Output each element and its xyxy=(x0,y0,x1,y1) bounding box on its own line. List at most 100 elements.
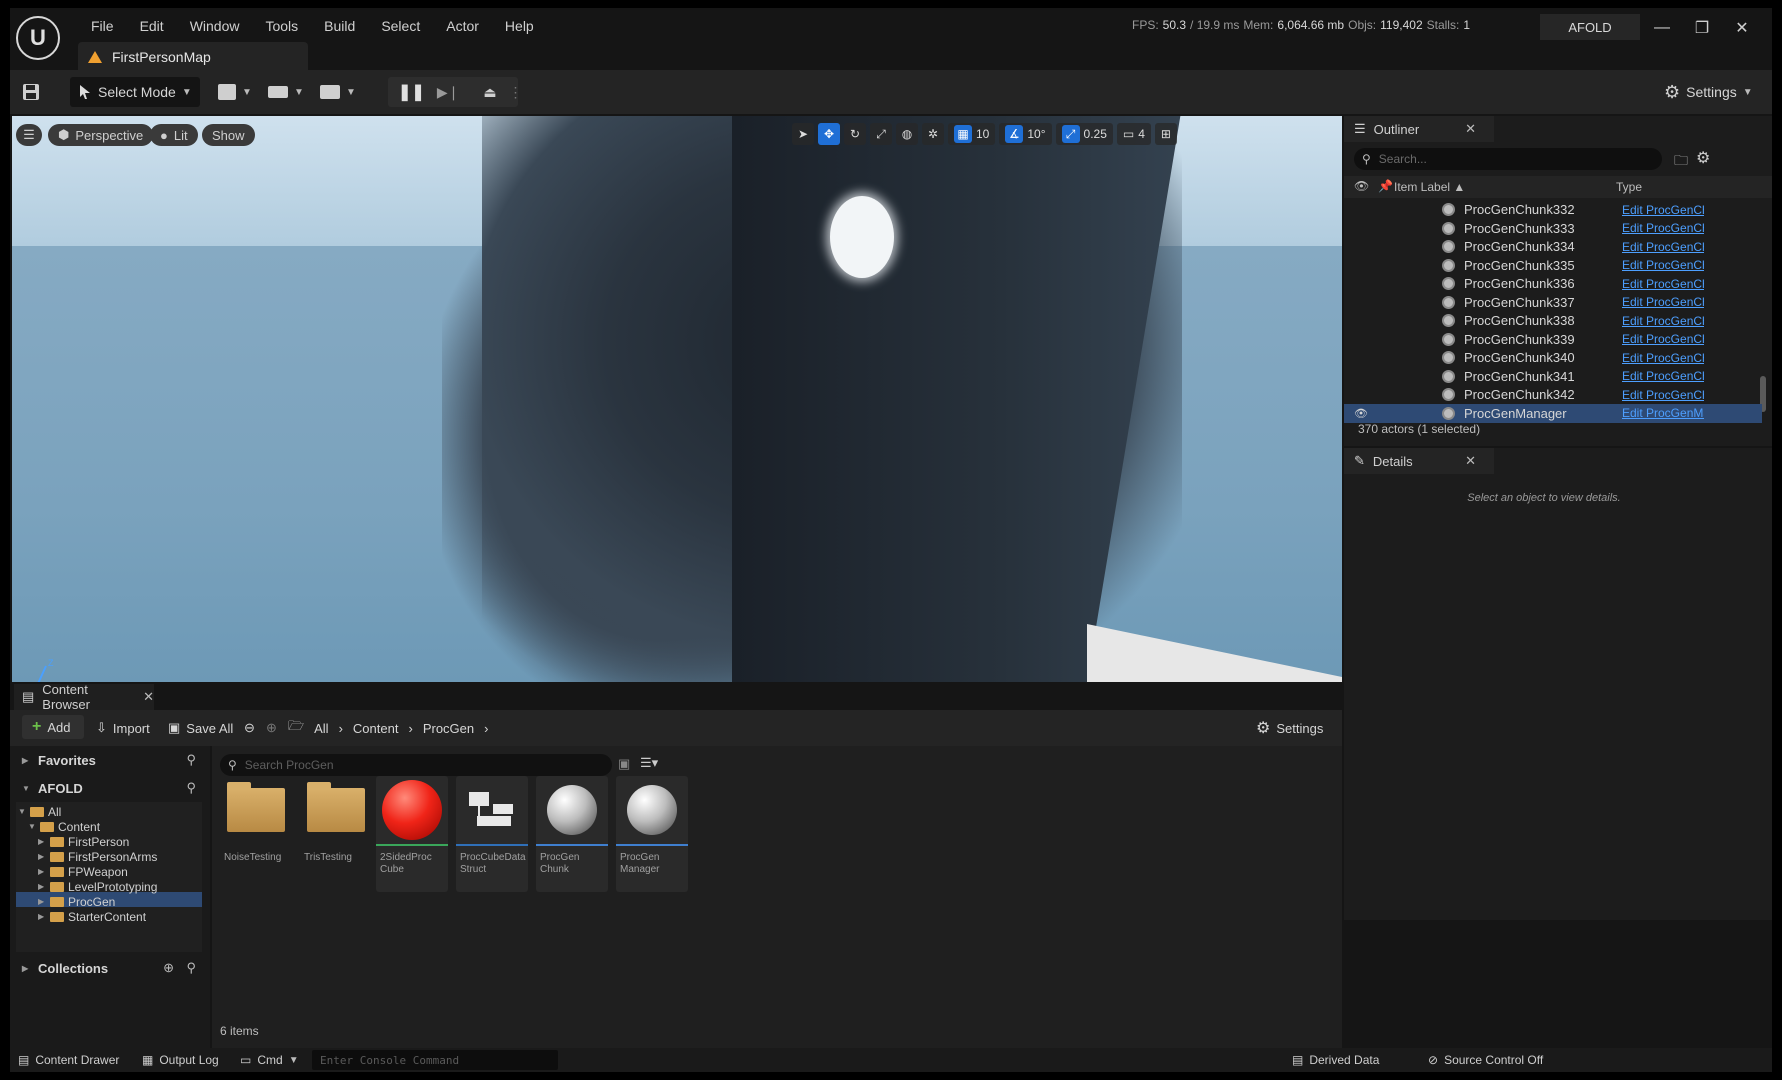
pin-icon[interactable]: 📌 xyxy=(1378,179,1393,193)
outliner-row[interactable]: ProcGenChunk336 Edit ProcGenCh xyxy=(1344,274,1762,293)
pause-icon[interactable]: ❚❚ xyxy=(398,82,425,102)
asset-tile[interactable]: 2SidedProc Cube xyxy=(376,776,448,892)
search-icon[interactable]: ⚲ xyxy=(186,752,196,768)
outliner-row-type-link[interactable]: Edit ProcGenMa xyxy=(1622,406,1704,420)
tree-item-startercontent[interactable]: ▶ StarterContent xyxy=(38,909,146,924)
asset-tile[interactable]: ProcGen Chunk xyxy=(536,776,608,892)
source-control-button[interactable]: ⊘ Source Control Off xyxy=(1428,1049,1543,1071)
grid-snap-toggle[interactable]: ▦ 10 xyxy=(948,123,996,145)
content-browser-tab[interactable]: ▤ Content Browser ✕ xyxy=(14,682,154,712)
scale-tool-icon[interactable]: ⤢ xyxy=(870,123,892,145)
blueprints-button[interactable]: ▼ xyxy=(268,77,304,107)
outliner-row-type-link[interactable]: Edit ProcGenCh xyxy=(1622,277,1704,291)
save-search-icon[interactable]: ▣ xyxy=(618,756,630,772)
outliner-row-type-link[interactable]: Edit ProcGenCh xyxy=(1622,314,1704,328)
add-folder-icon[interactable]: 🗀 xyxy=(1674,150,1688,174)
output-log-button[interactable]: ▦ Output Log xyxy=(142,1049,219,1071)
project-header[interactable]: ▼ AFOLD ⚲ xyxy=(10,776,210,800)
history-back-button[interactable]: ⊖ xyxy=(244,715,255,741)
tree-item-firstpersonarms[interactable]: ▶ FirstPersonArms xyxy=(38,849,157,864)
outliner-row-type-link[interactable]: Edit ProcGenCh xyxy=(1622,332,1704,346)
asset-tile[interactable]: ProcGen Manager xyxy=(616,776,688,892)
outliner-row[interactable]: 👁 ProcGenManager Edit ProcGenMa xyxy=(1344,403,1762,423)
add-actor-button[interactable]: ▼ xyxy=(218,77,252,107)
outliner-row[interactable]: ProcGenChunk337 Edit ProcGenCh xyxy=(1344,293,1762,312)
close-icon[interactable]: ✕ xyxy=(1465,453,1476,469)
lit-button[interactable]: ● Lit xyxy=(150,124,198,146)
perspective-button[interactable]: ⬢ Perspective xyxy=(48,124,154,146)
visibility-icon[interactable]: 👁 xyxy=(1354,179,1369,193)
add-collection-icon[interactable]: ⊕ xyxy=(163,960,174,976)
surface-snap-icon[interactable]: ✲ xyxy=(922,123,944,145)
tree-item-content[interactable]: ▼ Content xyxy=(28,819,100,834)
outliner-row[interactable]: ProcGenChunk334 Edit ProcGenCh xyxy=(1344,237,1762,256)
filter-icon[interactable]: ☰▾ xyxy=(640,755,658,771)
world-space-icon[interactable]: ◍ xyxy=(896,123,918,145)
rotation-snap-toggle[interactable]: ∡ 10° xyxy=(999,123,1052,145)
history-forward-button[interactable]: ⊕ xyxy=(266,715,277,741)
item-label-column[interactable]: Item Label ▲ xyxy=(1394,180,1465,194)
translate-tool-icon[interactable]: ✥ xyxy=(818,123,840,145)
tree-item-fpweapon[interactable]: ▶ FPWeapon xyxy=(38,864,128,879)
viewport-menu-button[interactable]: ☰ xyxy=(16,124,42,146)
outliner-row[interactable]: ProcGenChunk338 Edit ProcGenCh xyxy=(1344,311,1762,330)
cmd-dropdown[interactable]: ▭ Cmd ▼ xyxy=(240,1049,299,1071)
asset-tile[interactable]: ProcCubeData Struct xyxy=(456,776,528,892)
asset-tile[interactable]: NoiseTesting xyxy=(220,776,292,892)
menu-help[interactable]: Help xyxy=(492,18,547,34)
tree-item-firstperson[interactable]: ▶ FirstPerson xyxy=(38,834,129,849)
outliner-row-type-link[interactable]: Edit ProcGenCh xyxy=(1622,369,1704,383)
close-icon[interactable]: ✕ xyxy=(1465,121,1476,137)
select-tool-icon[interactable]: ➤ xyxy=(792,123,814,145)
eject-icon[interactable]: ⏏ xyxy=(483,84,496,101)
favorites-header[interactable]: ▶ Favorites ⚲ xyxy=(10,748,210,772)
outliner-row[interactable]: ProcGenChunk342 Edit ProcGenCh xyxy=(1344,385,1762,404)
cinematics-button[interactable]: ▼ xyxy=(320,77,356,107)
outliner-row[interactable]: ProcGenChunk333 Edit ProcGenCh xyxy=(1344,219,1762,238)
content-settings-button[interactable]: ⚙ Settings xyxy=(1256,715,1323,741)
toolbar-settings-button[interactable]: ⚙ Settings ▼ xyxy=(1664,77,1753,107)
scale-snap-toggle[interactable]: ⤢ 0.25 xyxy=(1055,123,1113,145)
tree-item-levelprototyping[interactable]: ▶ LevelPrototyping xyxy=(38,879,157,894)
visibility-icon[interactable]: 👁 xyxy=(1354,407,1368,420)
gear-icon[interactable]: ⚙ xyxy=(1696,148,1710,168)
unreal-logo[interactable]: U xyxy=(16,16,60,60)
derived-data-button[interactable]: ▤ Derived Data xyxy=(1292,1049,1379,1071)
step-icon[interactable]: ▶❘ xyxy=(437,84,460,101)
menu-edit[interactable]: Edit xyxy=(127,18,177,34)
asset-tile[interactable]: TrisTesting xyxy=(300,776,372,892)
rotate-tool-icon[interactable]: ↻ xyxy=(844,123,866,145)
search-icon[interactable]: ⚲ xyxy=(186,780,196,796)
tree-item-procgen[interactable]: ▶ ProcGen xyxy=(38,894,115,909)
search-icon[interactable]: ⚲ xyxy=(186,960,196,976)
layout-icon[interactable]: ⊞ xyxy=(1154,123,1177,145)
outliner-tab[interactable]: ☰ Outliner ✕ xyxy=(1344,116,1494,142)
outliner-row-type-link[interactable]: Edit ProcGenCh xyxy=(1622,388,1704,402)
outliner-row-type-link[interactable]: Edit ProcGenCh xyxy=(1622,295,1704,309)
close-window-button[interactable]: ✕ xyxy=(1722,16,1762,40)
outliner-row[interactable]: ProcGenChunk339 Edit ProcGenCh xyxy=(1344,330,1762,349)
details-tab[interactable]: ✎ Details ✕ xyxy=(1344,448,1494,474)
content-drawer-button[interactable]: ▤ Content Drawer xyxy=(18,1049,119,1071)
outliner-row[interactable]: ProcGenChunk340 Edit ProcGenCh xyxy=(1344,348,1762,367)
tree-item-all[interactable]: ▼ All xyxy=(18,804,61,819)
outliner-row[interactable]: ProcGenChunk335 Edit ProcGenCh xyxy=(1344,256,1762,275)
breadcrumb-all[interactable]: All xyxy=(314,721,328,736)
outliner-row[interactable]: ProcGenChunk341 Edit ProcGenCh xyxy=(1344,367,1762,386)
console-input[interactable]: Enter Console Command xyxy=(312,1050,558,1070)
outliner-row-type-link[interactable]: Edit ProcGenCh xyxy=(1622,351,1704,365)
menu-window[interactable]: Window xyxy=(177,18,253,34)
menu-select[interactable]: Select xyxy=(368,18,433,34)
minimize-button[interactable]: — xyxy=(1642,16,1682,40)
type-column[interactable]: Type xyxy=(1616,180,1642,194)
map-tab[interactable]: FirstPersonMap xyxy=(78,42,308,72)
outliner-row[interactable]: ProcGenChunk332 Edit ProcGenCh xyxy=(1344,200,1762,219)
collections-header[interactable]: ▶ Collections ⊕ ⚲ xyxy=(10,956,210,980)
outliner-row-type-link[interactable]: Edit ProcGenCh xyxy=(1622,203,1704,217)
breadcrumb-procgen[interactable]: ProcGen xyxy=(423,721,474,736)
menu-tools[interactable]: Tools xyxy=(252,18,311,34)
select-mode-dropdown[interactable]: Select Mode ▼ xyxy=(70,77,200,107)
level-viewport[interactable]: ☰ ⬢ Perspective ● Lit Show ➤ ✥ ↻ ⤢ ◍ ✲ ▦ 10… xyxy=(12,116,1342,682)
menu-file[interactable]: File xyxy=(78,18,127,34)
outliner-row-type-link[interactable]: Edit ProcGenCh xyxy=(1622,221,1704,235)
